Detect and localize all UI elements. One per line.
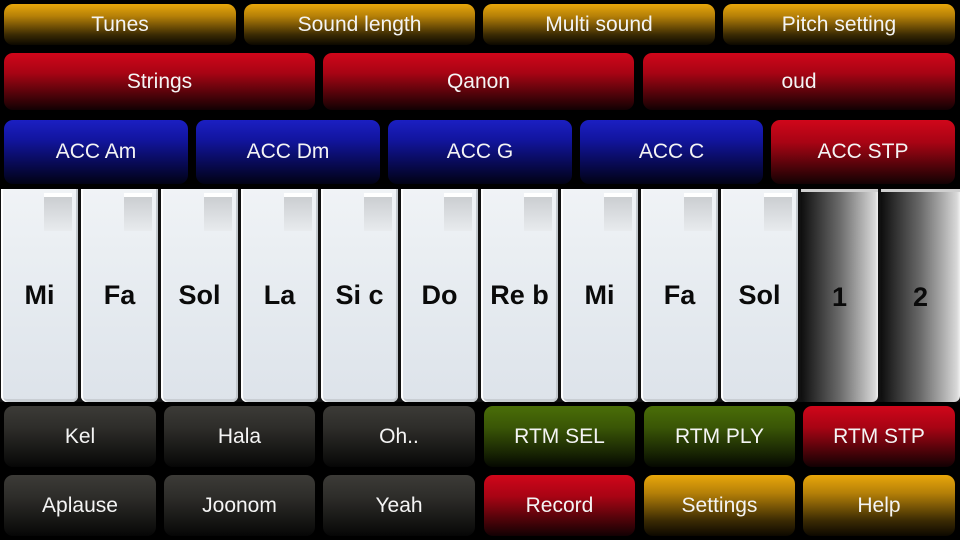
joonom-sound-button[interactable]: Joonom bbox=[164, 475, 315, 536]
yeah-sound-button[interactable]: Yeah bbox=[323, 475, 475, 536]
key-label: Mi bbox=[584, 280, 615, 310]
key-highlight bbox=[684, 193, 712, 231]
key-si-c[interactable]: Si c bbox=[321, 189, 398, 402]
key-do[interactable]: Do bbox=[401, 189, 478, 402]
qanon-button[interactable]: Qanon bbox=[323, 53, 634, 110]
applause-sound-button[interactable]: Aplause bbox=[4, 475, 156, 536]
key-highlight bbox=[524, 193, 552, 231]
acc-am-button[interactable]: ACC Am bbox=[4, 120, 188, 184]
record-button[interactable]: Record bbox=[484, 475, 635, 536]
key-label: La bbox=[263, 280, 296, 310]
key-label: Sol bbox=[178, 280, 221, 310]
key-mi[interactable]: Mi bbox=[1, 189, 78, 402]
acc-g-button[interactable]: ACC G bbox=[388, 120, 572, 184]
key-label: Sol bbox=[738, 280, 781, 310]
key-fa[interactable]: Fa bbox=[81, 189, 158, 402]
key-label: Re b bbox=[490, 280, 549, 310]
settings-button[interactable]: Settings bbox=[644, 475, 795, 536]
pitch-setting-button[interactable]: Pitch setting bbox=[723, 4, 955, 45]
key-highlight bbox=[764, 193, 792, 231]
key-mi-high[interactable]: Mi bbox=[561, 189, 638, 402]
oud-button[interactable]: oud bbox=[643, 53, 955, 110]
key-la[interactable]: La bbox=[241, 189, 318, 402]
key-highlight bbox=[604, 193, 632, 231]
key-highlight bbox=[284, 193, 312, 231]
hala-sound-button[interactable]: Hala bbox=[164, 406, 315, 467]
multi-sound-button[interactable]: Multi sound bbox=[483, 4, 715, 45]
key-label: Fa bbox=[103, 280, 136, 310]
key-label: 1 bbox=[831, 281, 848, 312]
key-label: 2 bbox=[912, 281, 929, 312]
key-highlight bbox=[124, 193, 152, 231]
key-sol-high[interactable]: Sol bbox=[721, 189, 798, 402]
octave-key-1[interactable]: 1 bbox=[801, 189, 878, 402]
key-label: Mi bbox=[24, 280, 55, 310]
key-label: Si c bbox=[335, 280, 384, 310]
octave-key-2[interactable]: 2 bbox=[881, 189, 960, 402]
key-re-b[interactable]: Re b bbox=[481, 189, 558, 402]
rhythm-play-button[interactable]: RTM PLY bbox=[644, 406, 795, 467]
acc-dm-button[interactable]: ACC Dm bbox=[196, 120, 380, 184]
strings-button[interactable]: Strings bbox=[4, 53, 315, 110]
key-highlight bbox=[44, 193, 72, 231]
key-highlight bbox=[364, 193, 392, 231]
acc-c-button[interactable]: ACC C bbox=[580, 120, 763, 184]
tunes-button[interactable]: Tunes bbox=[4, 4, 236, 45]
key-highlight bbox=[444, 193, 472, 231]
key-fa-high[interactable]: Fa bbox=[641, 189, 718, 402]
rhythm-stop-button[interactable]: RTM STP bbox=[803, 406, 955, 467]
key-label: Do bbox=[421, 280, 458, 310]
piano-keyboard: Mi Fa Sol La Si c Do Re b Mi Fa Sol 1 2 bbox=[0, 189, 960, 402]
kel-sound-button[interactable]: Kel bbox=[4, 406, 156, 467]
oh-sound-button[interactable]: Oh.. bbox=[323, 406, 475, 467]
sound-length-button[interactable]: Sound length bbox=[244, 4, 475, 45]
key-label: Fa bbox=[663, 280, 696, 310]
rhythm-select-button[interactable]: RTM SEL bbox=[484, 406, 635, 467]
acc-stop-button[interactable]: ACC STP bbox=[771, 120, 955, 184]
help-button[interactable]: Help bbox=[803, 475, 955, 536]
key-highlight bbox=[204, 193, 232, 231]
key-sol[interactable]: Sol bbox=[161, 189, 238, 402]
